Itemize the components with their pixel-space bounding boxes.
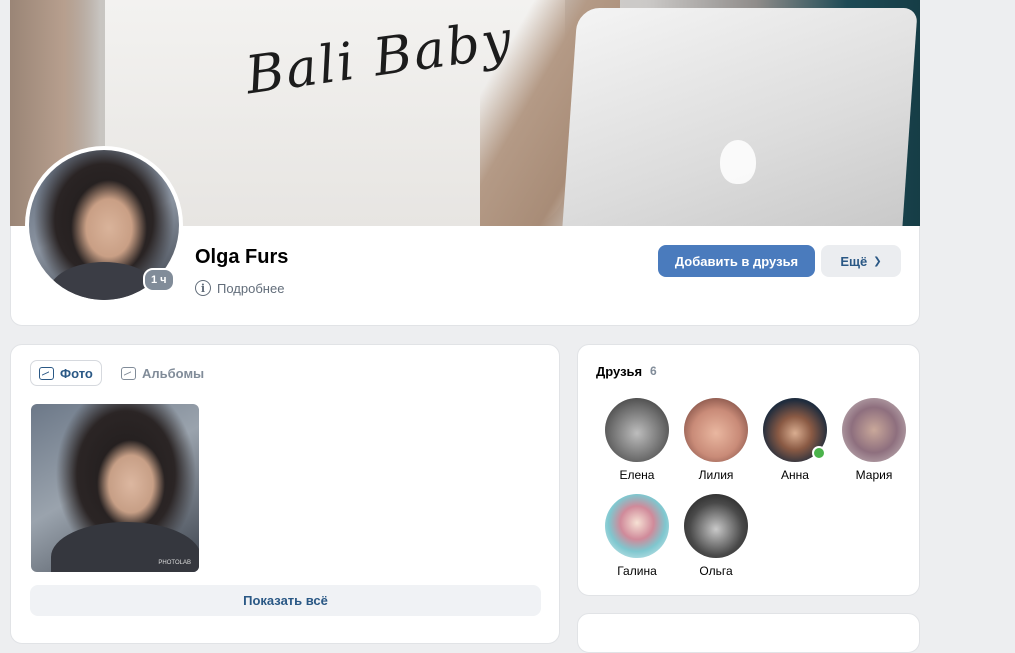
friend-avatar: [684, 494, 748, 558]
more-button-label: Ещё: [840, 253, 868, 269]
friends-count: 6: [650, 364, 657, 378]
tab-albums-label: Альбомы: [142, 365, 205, 381]
friend-item[interactable]: Галина: [597, 494, 677, 578]
online-indicator: [812, 446, 826, 460]
friend-name: Елена: [619, 468, 655, 482]
tab-photos-label: Фото: [60, 365, 93, 381]
more-info-label: Подробнее: [217, 280, 285, 296]
friend-item[interactable]: Анна: [755, 398, 835, 482]
last-seen-badge: 1 ч: [143, 268, 175, 292]
photo-thumbnail[interactable]: PHOTOLAB: [31, 404, 199, 572]
more-button[interactable]: Ещё ❯: [821, 245, 901, 277]
friend-avatar: [684, 398, 748, 462]
albums-icon: [121, 366, 136, 380]
friend-name: Анна: [781, 468, 809, 482]
tab-albums[interactable]: Альбомы: [113, 360, 212, 386]
friend-item[interactable]: Лилия: [676, 398, 756, 482]
next-block: [577, 613, 920, 653]
photo-watermark: PHOTOLAB: [158, 560, 191, 566]
more-info-link[interactable]: i Подробнее: [195, 280, 284, 296]
friend-item[interactable]: Ольга: [676, 494, 756, 578]
friends-block: Друзья 6 Елена Лилия Анна Мария Галина О…: [577, 344, 920, 596]
friend-name: Мария: [855, 468, 893, 482]
friend-name: Ольга: [699, 564, 733, 578]
chevron-down-icon: ❯: [873, 255, 882, 267]
friend-avatar: [842, 398, 906, 462]
cover-decor: [562, 8, 918, 226]
friend-name: Галина: [617, 564, 657, 578]
add-friend-button[interactable]: Добавить в друзья: [658, 245, 815, 277]
friend-item[interactable]: Елена: [597, 398, 677, 482]
friend-avatar: [605, 494, 669, 558]
friend-avatar: [605, 398, 669, 462]
friend-avatar: [763, 398, 827, 462]
apple-logo-icon: [720, 140, 756, 184]
friend-item[interactable]: Мария: [834, 398, 914, 482]
friend-name: Лилия: [698, 468, 734, 482]
profile-name: Olga Furs: [195, 246, 289, 268]
photo-icon: [39, 366, 54, 380]
info-icon: i: [195, 280, 211, 296]
photos-block: Фото Альбомы PHOTOLAB Показать всё: [10, 344, 560, 644]
show-all-photos-button[interactable]: Показать всё: [30, 585, 541, 616]
friends-title[interactable]: Друзья: [596, 364, 642, 379]
tab-photos[interactable]: Фото: [30, 360, 102, 386]
